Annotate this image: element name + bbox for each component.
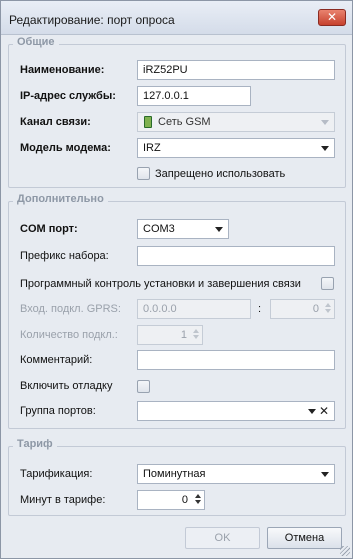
chevron-down-icon (215, 227, 223, 232)
forbidden-checkbox[interactable] (137, 167, 150, 180)
name-label: Наименование: (20, 64, 105, 76)
port-group-dropdown[interactable]: ✕ (137, 401, 335, 421)
gprs-label: Вход. подкл. GPRS: (20, 303, 121, 315)
ip-input[interactable]: 127.0.0.1 (137, 86, 251, 106)
com-port-value: COM3 (143, 223, 175, 235)
extra-group: Дополнительно COM порт: COM3 Префикс наб… (8, 193, 346, 429)
window-title: Редактирование: порт опроса (9, 13, 175, 27)
tariff-group: Тариф Тарификация: Поминутная Минут в та… (8, 438, 346, 516)
conn-count-value: 1 (180, 329, 187, 341)
clear-icon[interactable]: ✕ (319, 404, 329, 418)
forbidden-label: Запрещено использовать (155, 168, 286, 180)
minutes-label: Минут в тарифе: (20, 494, 106, 506)
comment-input[interactable] (137, 350, 335, 370)
gprs-ip-input: 0.0.0.0 (137, 299, 251, 319)
tariffing-dropdown[interactable]: Поминутная (137, 464, 335, 484)
channel-label: Канал связи: (20, 116, 91, 128)
ip-label: IP-адрес службы: (20, 90, 116, 102)
com-port-label: COM порт: (20, 223, 78, 235)
chevron-down-icon (321, 120, 329, 125)
modem-dropdown[interactable]: IRZ (137, 138, 335, 158)
conn-count-label: Количество подкл.: (20, 329, 118, 341)
debug-checkbox[interactable] (137, 380, 150, 393)
debug-label: Включить отладку (20, 380, 113, 392)
channel-value: Сеть GSM (158, 116, 211, 128)
modem-value: IRZ (143, 142, 161, 154)
resize-grip-icon[interactable] (340, 546, 350, 556)
gsm-phone-icon (144, 116, 152, 128)
general-group-title: Общие (13, 36, 59, 48)
extra-group-title: Дополнительно (13, 193, 108, 205)
program-control-label: Программный контроль установки и заверше… (20, 278, 301, 290)
stepper-arrows-icon[interactable] (192, 492, 203, 508)
stepper-arrows-icon (190, 327, 201, 343)
modem-label: Модель модема: (20, 142, 111, 154)
minutes-value: 0 (181, 494, 188, 506)
gprs-separator: : (258, 303, 262, 315)
com-port-dropdown[interactable]: COM3 (137, 219, 229, 239)
edit-port-dialog: Редактирование: порт опроса ✕ Общие Наим… (0, 0, 353, 559)
minutes-stepper[interactable]: 0 (137, 490, 205, 510)
comment-label: Комментарий: (20, 354, 93, 366)
tariffing-value: Поминутная (143, 468, 206, 480)
prefix-label: Префикс набора: (20, 250, 109, 262)
conn-count-stepper: 1 (137, 325, 203, 345)
port-group-label: Группа портов: (20, 405, 96, 417)
gprs-port-stepper: 0 (270, 299, 335, 319)
cancel-button[interactable]: Отмена (267, 527, 342, 549)
channel-dropdown: Сеть GSM (137, 112, 335, 132)
prefix-input[interactable] (137, 246, 335, 266)
chevron-down-icon[interactable] (308, 409, 316, 414)
title-bar[interactable]: Редактирование: порт опроса ✕ (1, 1, 352, 35)
program-control-checkbox[interactable] (321, 277, 334, 290)
stepper-arrows-icon (322, 301, 333, 317)
gprs-port-value: 0 (312, 303, 319, 315)
ok-button[interactable]: OK (185, 527, 260, 549)
chevron-down-icon (321, 472, 329, 477)
name-input[interactable]: iRZ52PU (137, 60, 335, 80)
chevron-down-icon (321, 146, 329, 151)
tariffing-label: Тарификация: (20, 468, 93, 480)
tariff-group-title: Тариф (13, 438, 57, 450)
general-group: Общие Наименование: iRZ52PU IP-адрес слу… (8, 36, 346, 188)
close-button[interactable]: ✕ (318, 9, 346, 26)
